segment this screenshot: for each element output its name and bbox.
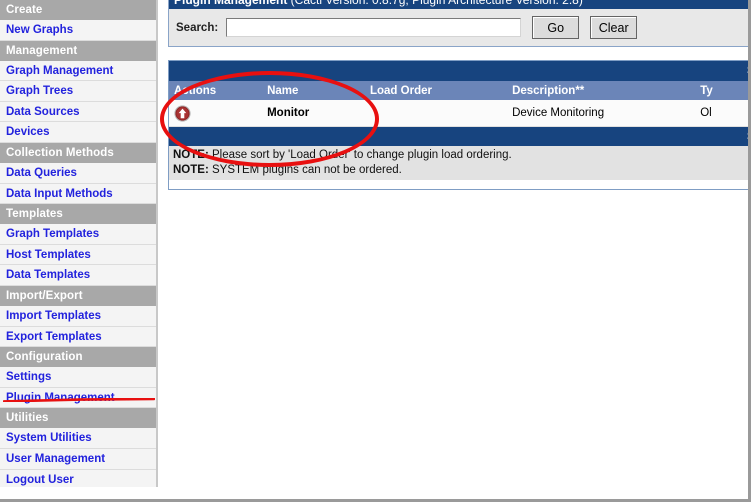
sidebar-item-graph-trees[interactable]: Graph Trees — [0, 81, 156, 102]
plugins-table-panel: S Actions Name Load Order Description** … — [168, 60, 748, 190]
sidebar-item-settings[interactable]: Settings — [0, 367, 156, 388]
plugins-table-titlebar: S — [169, 61, 748, 81]
column-header-name[interactable]: Name — [267, 85, 370, 97]
sidebar-item-devices[interactable]: Devices — [0, 122, 156, 143]
sidebar-item-export-templates[interactable]: Export Templates — [0, 326, 156, 348]
column-header-load-order[interactable]: Load Order — [370, 85, 512, 97]
install-plugin-icon[interactable] — [174, 104, 191, 122]
column-header-description[interactable]: Description** — [512, 85, 700, 97]
sidebar-item-plugin-management[interactable]: Plugin Management — [0, 387, 156, 409]
row-actions-cell — [169, 104, 267, 122]
page-title: Plugin Management (Cacti Version: 0.8.7g… — [169, 0, 748, 9]
column-header-actions[interactable]: Actions — [169, 85, 267, 97]
nav-section-import-export: Import/Export — [0, 285, 156, 306]
nav-section-collection-methods: Collection Methods — [0, 142, 156, 163]
sidebar-item-data-input-methods[interactable]: Data Input Methods — [0, 183, 156, 205]
sidebar-item-logout-user[interactable]: Logout User — [0, 469, 156, 487]
sidebar-item-user-management[interactable]: User Management — [0, 448, 156, 470]
sidebar-item-data-queries[interactable]: Data Queries — [0, 162, 156, 184]
notes-block: NOTE: Please sort by 'Load Order' to cha… — [169, 146, 748, 180]
go-button[interactable]: Go — [532, 16, 580, 39]
note-2-prefix: NOTE: — [173, 163, 209, 176]
search-bar: Search: Go Clear — [169, 9, 748, 46]
search-label: Search: — [176, 21, 219, 34]
note-1-text: Please sort by 'Load Order' to change pl… — [208, 149, 512, 161]
row-description: Device Monitoring — [512, 107, 605, 119]
note-line-1: NOTE: Please sort by 'Load Order' to cha… — [173, 148, 748, 163]
cacti-plugin-management-window: Create New Graphs Management Graph Manageme… — [0, 0, 751, 502]
sidebar-item-host-templates[interactable]: Host Templates — [0, 244, 156, 266]
sidebar-item-new-graphs[interactable]: New Graphs — [0, 20, 156, 41]
nav-section-create: Create — [0, 0, 156, 20]
sidebar-navigation: Create New Graphs Management Graph Manageme… — [0, 0, 158, 487]
nav-section-management: Management — [0, 40, 156, 61]
sidebar-item-import-templates[interactable]: Import Templates — [0, 305, 156, 327]
plugins-table-header-row: Actions Name Load Order Description** Ty — [169, 81, 748, 100]
plugins-table-footer: S — [169, 127, 748, 146]
sidebar-item-graph-management[interactable]: Graph Management — [0, 60, 156, 82]
note-1-prefix: NOTE: — [173, 149, 209, 161]
page-version-info: (Cacti Version: 0.8.7g, Plugin Architect… — [287, 0, 583, 7]
sidebar-item-data-templates[interactable]: Data Templates — [0, 265, 156, 286]
search-panel: Plugin Management (Cacti Version: 0.8.7g… — [168, 0, 748, 47]
note-2-text: SYSTEM plugins can not be ordered. — [208, 163, 402, 176]
nav-section-templates: Templates — [0, 204, 156, 225]
sidebar-item-system-utilities[interactable]: System Utilities — [0, 428, 156, 449]
column-header-type[interactable]: Ty — [700, 85, 748, 97]
sidebar-item-data-sources[interactable]: Data Sources — [0, 101, 156, 123]
sidebar-item-graph-templates[interactable]: Graph Templates — [0, 224, 156, 245]
page-title-text: Plugin Management — [174, 0, 288, 7]
clear-button[interactable]: Clear — [590, 16, 638, 39]
row-type: Ol — [700, 107, 712, 119]
nav-section-configuration: Configuration — [0, 347, 156, 368]
nav-section-utilities: Utilities — [0, 408, 156, 429]
search-input[interactable] — [226, 18, 522, 37]
main-content: Plugin Management (Cacti Version: 0.8.7g… — [163, 0, 748, 487]
table-row[interactable]: Monitor Device Monitoring Ol — [169, 100, 748, 127]
row-plugin-name: Monitor — [267, 107, 310, 119]
note-line-2: NOTE: SYSTEM plugins can not be ordered. — [173, 163, 748, 178]
